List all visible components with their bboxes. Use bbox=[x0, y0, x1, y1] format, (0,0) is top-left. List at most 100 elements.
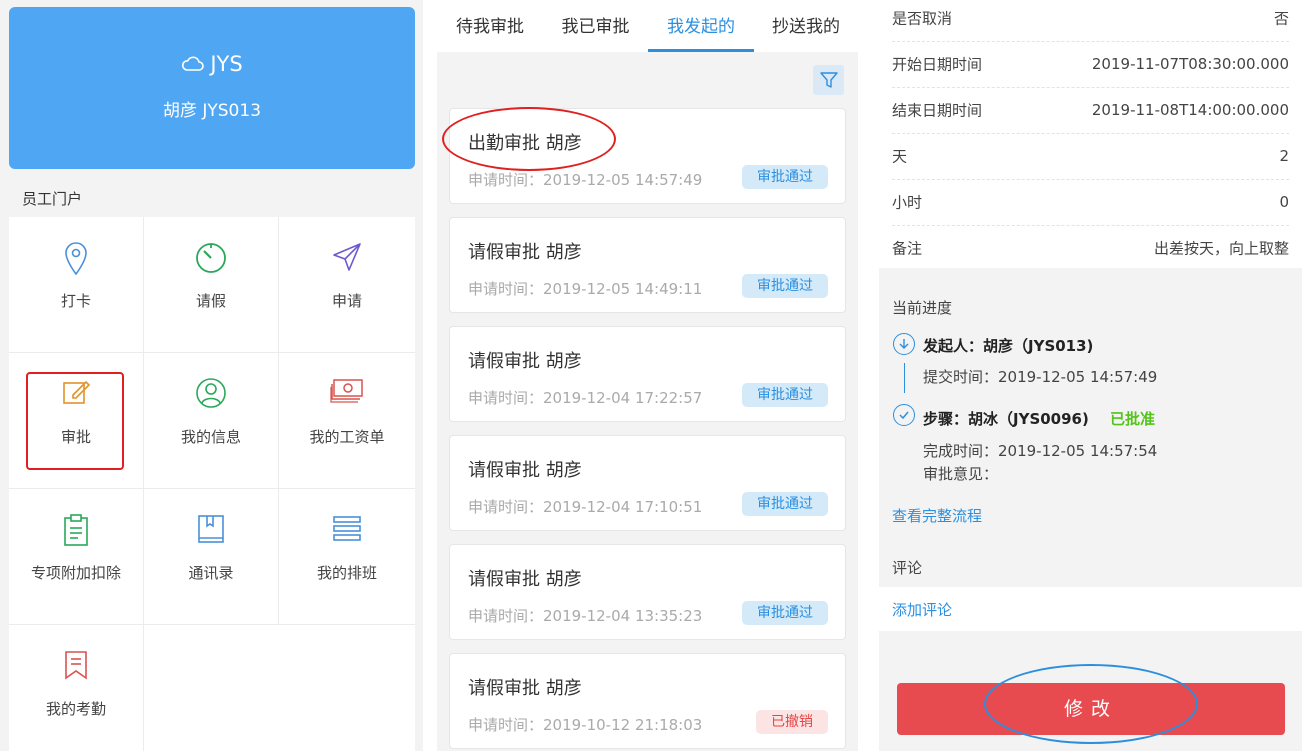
detail-fields: 是否取消 否 开始日期时间 2019-11-07T08:30:00.000 结束… bbox=[879, 0, 1302, 268]
tile-payslip[interactable]: 我的工资单 bbox=[279, 353, 415, 489]
tile-punch-in[interactable]: 打卡 bbox=[9, 217, 144, 353]
tab-cc-to-me[interactable]: 抄送我的 bbox=[754, 0, 858, 52]
approval-opinion: 审批意见： bbox=[923, 465, 999, 483]
field-row: 天 2 bbox=[892, 133, 1289, 180]
field-value: 2 bbox=[1279, 147, 1289, 165]
card-title: 请假审批 胡彦 bbox=[468, 678, 582, 699]
step-status: 已批准 bbox=[1110, 410, 1156, 428]
tile-label: 我的工资单 bbox=[309, 428, 385, 446]
book-icon bbox=[198, 515, 224, 543]
tab-bar: 待我审批 我已审批 我发起的 抄送我的 bbox=[437, 0, 858, 52]
card-title: 请假审批 胡彦 bbox=[468, 242, 582, 263]
card-meta: 申请时间：2019-12-05 14:57:49 bbox=[468, 171, 703, 189]
highlight-oval bbox=[442, 107, 616, 171]
highlight-oval bbox=[984, 664, 1198, 744]
cloud-icon bbox=[182, 56, 205, 71]
section-label: 员工门户 bbox=[22, 190, 83, 208]
status-badge: 审批通过 bbox=[742, 383, 828, 407]
tab-pending-my-approval[interactable]: 待我审批 bbox=[437, 0, 543, 52]
field-key: 天 bbox=[892, 147, 908, 166]
location-pin-icon bbox=[65, 242, 87, 276]
tile-label: 我的考勤 bbox=[45, 700, 106, 718]
field-row: 是否取消 否 bbox=[892, 0, 1289, 42]
card-title: 请假审批 胡彦 bbox=[468, 569, 582, 590]
initiator: 发起人：胡彦（JYS013) bbox=[923, 337, 1094, 355]
comment-bar: 添加评论 bbox=[879, 587, 1302, 631]
brand-logo: JYS bbox=[9, 51, 415, 77]
card-meta: 申请时间：2019-12-05 14:49:11 bbox=[468, 280, 703, 298]
approval-card[interactable]: 请假审批 胡彦 申请时间：2019-10-12 21:18:03 已撤销 bbox=[449, 653, 846, 749]
schedule-icon bbox=[333, 516, 361, 541]
tile-label: 请假 bbox=[195, 292, 226, 310]
profile-header: JYS 胡彦 JYS013 bbox=[9, 7, 415, 169]
field-value: 0 bbox=[1279, 193, 1289, 211]
approval-step: 步骤：胡冰（JYS0096) bbox=[923, 410, 1089, 428]
edit-icon bbox=[63, 380, 91, 404]
tile-apply[interactable]: 申请 bbox=[279, 217, 415, 353]
clipboard-icon bbox=[64, 514, 88, 546]
approval-card[interactable]: 请假审批 胡彦 申请时间：2019-12-05 14:49:11 审批通过 bbox=[449, 217, 846, 313]
filter-icon bbox=[819, 72, 838, 88]
submit-time: 提交时间：2019-12-05 14:57:49 bbox=[923, 368, 1158, 386]
card-meta: 申请时间：2019-12-04 13:35:23 bbox=[468, 607, 703, 625]
tile-label: 通讯录 bbox=[188, 564, 234, 582]
tab-approved-by-me[interactable]: 我已审批 bbox=[543, 0, 648, 52]
tile-label: 打卡 bbox=[60, 292, 91, 310]
active-tab-indicator bbox=[648, 49, 754, 52]
check-circle-icon bbox=[893, 404, 915, 426]
tile-schedule[interactable]: 我的排班 bbox=[279, 489, 415, 625]
status-badge: 审批通过 bbox=[742, 165, 828, 189]
tile-label: 审批 bbox=[60, 428, 91, 446]
field-row: 开始日期时间 2019-11-07T08:30:00.000 bbox=[892, 41, 1289, 88]
field-key: 开始日期时间 bbox=[892, 55, 983, 74]
approval-card[interactable]: 请假审批 胡彦 申请时间：2019-12-04 17:10:51 审批通过 bbox=[449, 435, 846, 531]
timeline-connector bbox=[904, 363, 905, 393]
tile-label: 我的信息 bbox=[180, 428, 241, 446]
card-title: 请假审批 胡彦 bbox=[468, 351, 582, 372]
field-value: 2019-11-07T08:30:00.000 bbox=[1091, 55, 1289, 73]
field-value: 出差按天，向上取整 bbox=[1153, 239, 1289, 258]
progress-label: 当前进度 bbox=[892, 299, 953, 317]
tile-label: 专项附加扣除 bbox=[30, 564, 121, 582]
tile-contacts[interactable]: 通讯录 bbox=[144, 489, 279, 625]
finish-time: 完成时间：2019-12-05 14:57:54 bbox=[923, 442, 1158, 460]
tile-deduction[interactable]: 专项附加扣除 bbox=[9, 489, 144, 625]
tab-initiated-by-me[interactable]: 我发起的 bbox=[648, 0, 754, 52]
tile-label: 我的排班 bbox=[316, 564, 377, 582]
add-comment-link[interactable]: 添加评论 bbox=[892, 599, 952, 620]
tile-label: 申请 bbox=[331, 292, 362, 310]
status-badge: 已撤销 bbox=[756, 710, 828, 734]
portal-grid: 打卡 请假 申请 审批 我的信息 我的工资单 专项附加扣除 通讯录 我的排班 我… bbox=[9, 217, 415, 751]
approval-card[interactable]: 请假审批 胡彦 申请时间：2019-12-04 13:35:23 审批通过 bbox=[449, 544, 846, 640]
field-key: 是否取消 bbox=[892, 9, 953, 28]
portal-panel: JYS 胡彦 JYS013 员工门户 打卡 请假 申请 审批 我的信息 我的工资… bbox=[0, 0, 423, 751]
tile-approval[interactable]: 审批 bbox=[9, 353, 144, 489]
field-value: 2019-11-08T14:00:00.000 bbox=[1091, 101, 1289, 119]
tile-my-info[interactable]: 我的信息 bbox=[144, 353, 279, 489]
status-badge: 审批通过 bbox=[742, 492, 828, 516]
user-name: 胡彦 JYS013 bbox=[162, 101, 262, 121]
tile-attendance[interactable]: 我的考勤 bbox=[9, 625, 144, 751]
field-key: 备注 bbox=[892, 239, 923, 258]
field-key: 小时 bbox=[892, 193, 923, 212]
timer-icon bbox=[196, 243, 226, 273]
bookmark-icon bbox=[65, 651, 87, 680]
approval-card[interactable]: 请假审批 胡彦 申请时间：2019-12-04 17:22:57 审批通过 bbox=[449, 326, 846, 422]
field-value: 否 bbox=[1273, 9, 1289, 28]
user-icon bbox=[196, 378, 226, 408]
card-meta: 申请时间：2019-12-04 17:22:57 bbox=[468, 389, 703, 407]
card-meta: 申请时间：2019-12-04 17:10:51 bbox=[468, 498, 703, 516]
arrow-down-circle-icon bbox=[893, 333, 915, 355]
tile-leave[interactable]: 请假 bbox=[144, 217, 279, 353]
field-row: 备注 出差按天，向上取整 bbox=[892, 225, 1289, 271]
card-meta: 申请时间：2019-10-12 21:18:03 bbox=[468, 716, 703, 734]
status-badge: 审批通过 bbox=[742, 274, 828, 298]
field-row: 小时 0 bbox=[892, 179, 1289, 226]
view-full-flow-link[interactable]: 查看完整流程 bbox=[892, 505, 982, 526]
filter-button[interactable] bbox=[813, 65, 844, 95]
field-row: 结束日期时间 2019-11-08T14:00:00.000 bbox=[892, 87, 1289, 134]
money-icon bbox=[330, 379, 363, 403]
field-key: 结束日期时间 bbox=[892, 101, 983, 120]
approval-detail-panel: 是否取消 否 开始日期时间 2019-11-07T08:30:00.000 结束… bbox=[879, 0, 1302, 751]
send-icon bbox=[333, 243, 361, 271]
